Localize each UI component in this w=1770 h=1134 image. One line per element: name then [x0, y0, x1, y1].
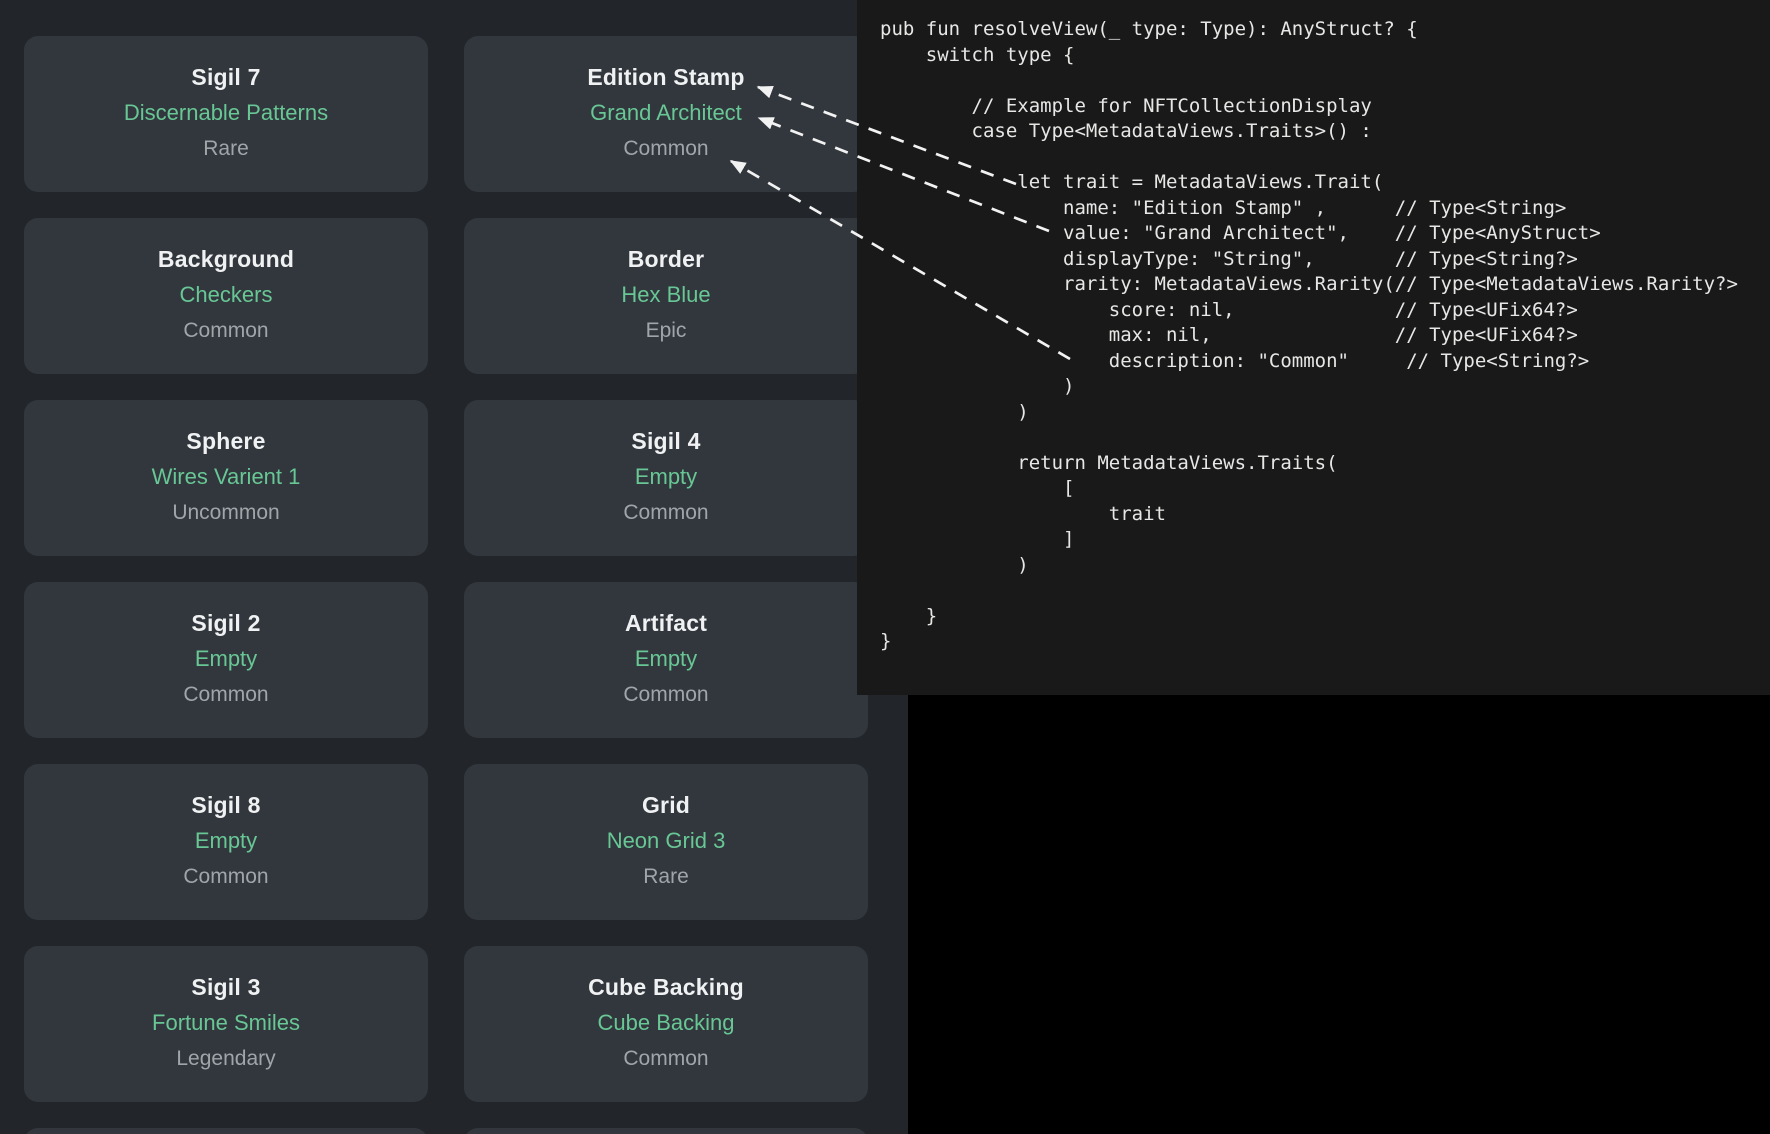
trait-rarity: Common: [464, 495, 868, 531]
trait-rarity: Common: [24, 677, 428, 713]
trait-value: Discernable Patterns: [24, 94, 428, 131]
trait-rarity: Common: [464, 677, 868, 713]
trait-value: Wires Varient 1: [24, 458, 428, 495]
trait-card-edition-stamp: Edition Stamp Grand Architect Common: [464, 36, 868, 192]
trait-value: Hex Blue: [464, 276, 868, 313]
trait-rarity: Epic: [464, 313, 868, 349]
trait-name: Sigil 4: [464, 425, 868, 458]
trait-value: Neon Grid 3: [464, 822, 868, 859]
trait-value: Empty: [24, 822, 428, 859]
trait-card-partial-right: [464, 1128, 868, 1134]
trait-rarity: Common: [24, 859, 428, 895]
trait-rarity: Common: [464, 1041, 868, 1077]
trait-card-sigil3: Sigil 3 Fortune Smiles Legendary: [24, 946, 428, 1102]
trait-rarity: Legendary: [24, 1041, 428, 1077]
cadence-code: pub fun resolveView(_ type: Type): AnySt…: [857, 0, 1770, 655]
trait-card-cube-backing: Cube Backing Cube Backing Common: [464, 946, 868, 1102]
trait-name: Sigil 2: [24, 607, 428, 640]
trait-card-sphere: Sphere Wires Varient 1 Uncommon: [24, 400, 428, 556]
trait-name: Edition Stamp: [464, 61, 868, 94]
trait-card-sigil4: Sigil 4 Empty Common: [464, 400, 868, 556]
trait-card-artifact: Artifact Empty Common: [464, 582, 868, 738]
nft-traits-page: Sigil 7 Discernable Patterns Rare Editio…: [0, 0, 908, 1134]
trait-rarity: Common: [24, 313, 428, 349]
trait-rarity: Uncommon: [24, 495, 428, 531]
trait-name: Cube Backing: [464, 971, 868, 1004]
code-overlay-panel: pub fun resolveView(_ type: Type): AnySt…: [857, 0, 1770, 695]
trait-value: Checkers: [24, 276, 428, 313]
trait-name: Background: [24, 243, 428, 276]
trait-rarity: Rare: [464, 859, 868, 895]
trait-value: Fortune Smiles: [24, 1004, 428, 1041]
trait-rarity: Common: [464, 131, 868, 167]
trait-rarity: Rare: [24, 131, 428, 167]
trait-name: Border: [464, 243, 868, 276]
trait-name: Sigil 8: [24, 789, 428, 822]
trait-card-sigil7: Sigil 7 Discernable Patterns Rare: [24, 36, 428, 192]
trait-value: Empty: [464, 458, 868, 495]
trait-card-partial-left: [24, 1128, 428, 1134]
trait-name: Sigil 7: [24, 61, 428, 94]
trait-card-sigil8: Sigil 8 Empty Common: [24, 764, 428, 920]
trait-name: Sigil 3: [24, 971, 428, 1004]
trait-value: Empty: [24, 640, 428, 677]
traits-grid: Sigil 7 Discernable Patterns Rare Editio…: [24, 36, 868, 1134]
trait-value: Grand Architect: [464, 94, 868, 131]
trait-name: Artifact: [464, 607, 868, 640]
trait-card-sigil2: Sigil 2 Empty Common: [24, 582, 428, 738]
trait-name: Grid: [464, 789, 868, 822]
trait-value: Empty: [464, 640, 868, 677]
trait-value: Cube Backing: [464, 1004, 868, 1041]
trait-card-background: Background Checkers Common: [24, 218, 428, 374]
trait-name: Sphere: [24, 425, 428, 458]
trait-card-border: Border Hex Blue Epic: [464, 218, 868, 374]
trait-card-grid: Grid Neon Grid 3 Rare: [464, 764, 868, 920]
